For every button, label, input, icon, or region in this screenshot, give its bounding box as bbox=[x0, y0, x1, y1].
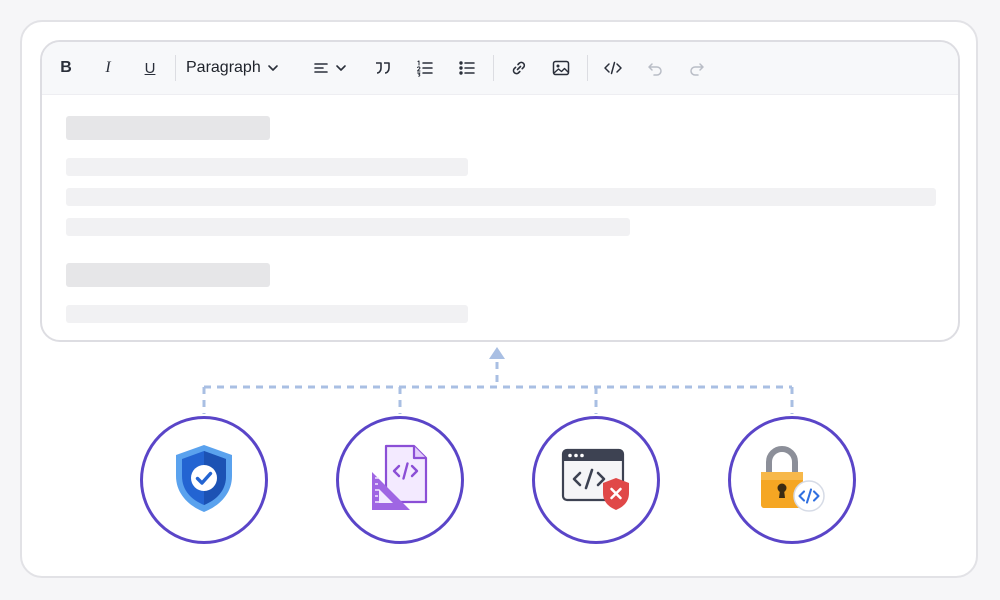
shield-check-icon bbox=[172, 442, 236, 519]
feature-code-document bbox=[336, 416, 464, 544]
code-document-icon bbox=[368, 442, 432, 519]
arrow-up-icon bbox=[489, 347, 505, 359]
feature-code-blocked bbox=[532, 416, 660, 544]
feature-security-shield bbox=[140, 416, 268, 544]
browser-code-blocked-icon bbox=[560, 444, 632, 517]
padlock-code-icon bbox=[757, 442, 827, 519]
feature-locked-code bbox=[728, 416, 856, 544]
